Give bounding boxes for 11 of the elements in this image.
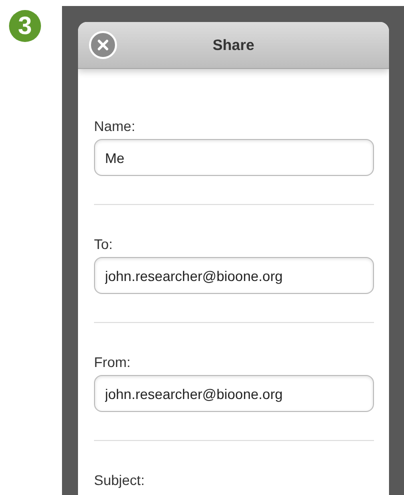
dialog-title: Share — [212, 36, 254, 54]
input-field[interactable]: john.researcher@bioone.org — [94, 375, 374, 412]
close-button[interactable] — [89, 31, 117, 59]
input-field[interactable]: john.researcher@bioone.org — [94, 257, 374, 294]
step-number-badge: 3 — [9, 10, 41, 42]
field-label: Subject: — [94, 471, 146, 489]
close-icon — [97, 39, 109, 51]
input-field[interactable]: Me — [94, 139, 374, 176]
field-label: Name: — [94, 117, 136, 135]
field-label: From: — [94, 353, 132, 371]
field-label: To: — [94, 235, 114, 253]
